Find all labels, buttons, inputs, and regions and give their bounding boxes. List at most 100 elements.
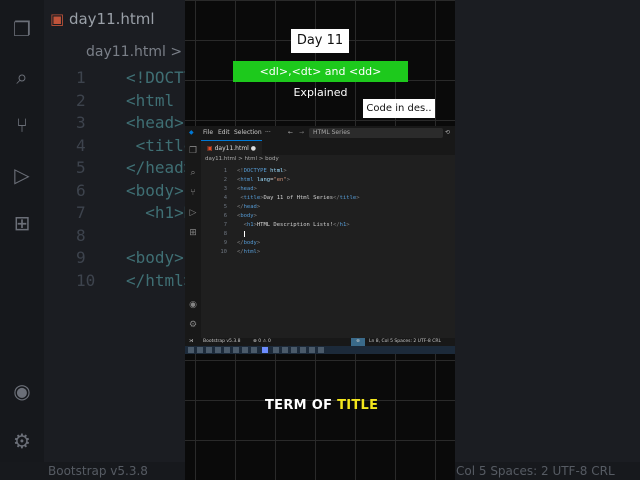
- status-problems[interactable]: ⊗ 0 ⚠ 0: [253, 338, 271, 346]
- zoom-icon[interactable]: ⊕: [351, 338, 365, 346]
- background-code-line: <title: [126, 135, 194, 155]
- code-line-9[interactable]: </body>: [237, 240, 260, 246]
- line-number: 1: [223, 168, 227, 174]
- line-number: 7: [223, 222, 227, 228]
- taskbar-vscode-icon[interactable]: [262, 347, 268, 353]
- explain-banner: <dl>,<dt> and <dd> Explained: [233, 61, 408, 99]
- background-code-line: </head>: [126, 158, 194, 177]
- line-number: 5: [223, 204, 227, 210]
- taskbar-app-icon[interactable]: [273, 347, 279, 353]
- background-breadcrumb: day11.html >: [86, 44, 183, 60]
- back-arrow-icon[interactable]: ←: [288, 126, 293, 140]
- tab-bar: ▣ day11.html ●: [201, 140, 455, 156]
- menu-selection[interactable]: Selection: [234, 126, 262, 140]
- line-number: 3: [223, 186, 227, 192]
- taskbar-app-icon[interactable]: [309, 347, 315, 353]
- taskbar-app-icon[interactable]: [282, 347, 288, 353]
- background-code-line: <!DOCTY: [126, 68, 194, 87]
- gear-icon[interactable]: ⚙: [188, 320, 198, 330]
- code-line-8[interactable]: [237, 231, 245, 239]
- source-control-icon: ⑂: [16, 113, 28, 137]
- background-code-line: <body>: [126, 180, 184, 200]
- html5-icon: ▣: [50, 10, 65, 28]
- background-line-number: 4: [76, 135, 86, 155]
- tab-day11[interactable]: ▣ day11.html ●: [201, 140, 263, 156]
- line-number: 10: [220, 249, 227, 255]
- taskbar-app-icon[interactable]: [233, 347, 239, 353]
- extensions-icon[interactable]: ⊞: [188, 228, 198, 238]
- background-line-number: 9: [76, 248, 86, 267]
- caption-text: TERM OF: [265, 398, 338, 413]
- search-icon: ⌕: [16, 65, 28, 89]
- background-tab: ▣ day11.html: [50, 10, 155, 28]
- menu-file[interactable]: File: [203, 126, 213, 140]
- copilot-icon[interactable]: ⟲: [445, 126, 450, 140]
- day-label: Day 11: [291, 29, 349, 53]
- source-control-icon[interactable]: ⑂: [188, 188, 198, 198]
- forward-arrow-icon[interactable]: →: [299, 126, 304, 140]
- caption: TERM OF TITLE: [265, 398, 378, 413]
- search-box-text: HTML Series: [313, 129, 351, 136]
- background-line-number: 1: [76, 68, 86, 87]
- command-search-box[interactable]: HTML Series: [309, 128, 443, 138]
- account-icon: ◉: [13, 379, 31, 403]
- account-icon[interactable]: ◉: [188, 300, 198, 310]
- code-line-10[interactable]: </html>: [237, 249, 260, 255]
- menu-more[interactable]: ···: [265, 126, 271, 140]
- menu-edit[interactable]: Edit: [218, 126, 230, 140]
- extensions-icon: ⊞: [13, 211, 31, 235]
- remote-icon[interactable]: ⋊: [189, 338, 194, 346]
- files-icon[interactable]: ❐: [188, 146, 198, 156]
- run-debug-icon: ▷: [14, 163, 30, 187]
- background-line-number: 2: [76, 90, 86, 110]
- text-cursor: [243, 231, 245, 237]
- background-line-number: 5: [76, 158, 86, 177]
- code-line-5[interactable]: </head>: [237, 204, 260, 210]
- taskbar-app-icon[interactable]: [188, 347, 194, 353]
- code-line-1[interactable]: <!DOCTYPE html>: [237, 168, 287, 174]
- taskbar-app-icon[interactable]: [242, 347, 248, 353]
- taskbar-app-icon[interactable]: [291, 347, 297, 353]
- background-line-number: 3: [76, 113, 86, 132]
- taskbar-app-icon[interactable]: [206, 347, 212, 353]
- taskbar-app-icon[interactable]: [300, 347, 306, 353]
- run-debug-icon[interactable]: ▷: [188, 208, 198, 218]
- background-code-line: <head>: [126, 113, 184, 132]
- title-bar: ◆ File Edit Selection ··· ← → HTML Serie…: [185, 126, 455, 140]
- code-line-4[interactable]: <title>Day 11 of Html Series</title>: [237, 195, 359, 201]
- code-line-7[interactable]: <h1>HTML Description Lists!</h1>: [237, 222, 350, 228]
- code-line-2[interactable]: <html lang="en">: [237, 177, 290, 183]
- vscode-logo-icon: ◆: [189, 129, 194, 136]
- background-line-number: 7: [76, 203, 86, 222]
- code-line-6[interactable]: <body>: [237, 213, 257, 219]
- search-icon[interactable]: ⌕: [188, 168, 198, 178]
- background-tab-label: day11.html: [68, 10, 155, 28]
- background-line-number: 10: [76, 270, 96, 290]
- vscode-window: ◆ File Edit Selection ··· ← → HTML Serie…: [185, 126, 455, 354]
- taskbar-app-icon[interactable]: [224, 347, 230, 353]
- line-number: 9: [223, 240, 227, 246]
- taskbar-app-icon[interactable]: [197, 347, 203, 353]
- code-in-label: Code in des..: [363, 99, 435, 118]
- line-number: 8: [223, 231, 227, 237]
- caption-highlight: TITLE: [337, 398, 379, 413]
- background-code-line: <h1>H: [126, 203, 194, 222]
- code-line-3[interactable]: <head>: [237, 186, 257, 192]
- line-number: 4: [223, 195, 227, 201]
- status-position[interactable]: Ln 8, Col 5 Spaces: 2 UTF-8 CRL: [369, 338, 441, 346]
- activity-bar: ❐ ⌕ ⑂ ▷ ⊞ ◉ ⚙: [185, 140, 201, 338]
- taskbar-app-icon[interactable]: [215, 347, 221, 353]
- files-icon: ❐: [13, 17, 31, 41]
- background-status-left: Bootstrap v5.3.8: [48, 464, 148, 478]
- status-bootstrap[interactable]: Bootstrap v5.3.8: [203, 338, 240, 346]
- html5-icon: ▣: [207, 145, 213, 152]
- breadcrumb: day11.html > html > body: [205, 156, 279, 162]
- taskbar: [185, 346, 455, 354]
- taskbar-app-icon[interactable]: [251, 347, 257, 353]
- background-line-number: 8: [76, 225, 86, 245]
- unsaved-dot-icon[interactable]: ●: [251, 145, 256, 152]
- background-line-number: 6: [76, 180, 86, 200]
- taskbar-app-icon[interactable]: [318, 347, 324, 353]
- background-code-line: </html>: [126, 270, 194, 290]
- tab-label: day11.html: [214, 145, 249, 152]
